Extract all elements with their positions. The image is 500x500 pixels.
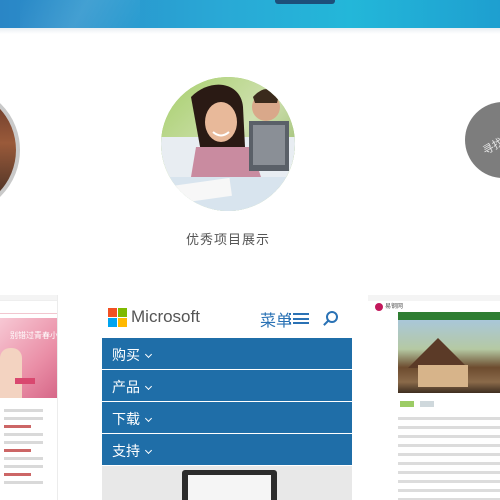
page: 寻找 优秀项目展示 别错过青春小事 Microsoft 菜单 购买 产品 下载 [0,0,500,500]
thumb-text-lines [0,398,57,495]
students-photo [161,77,295,211]
ms-device-preview [102,466,352,500]
ms-menu-label[interactable]: 菜单 [260,307,292,331]
ms-menu-item-products[interactable]: 产品 [102,370,352,401]
thumb-hero-person [0,348,22,398]
laptop-image [182,470,277,500]
ms-menu-item-label: 购买 [112,348,140,364]
thumb-right-list [398,411,500,500]
project-photo-left [0,99,16,209]
thumb-nav [0,304,57,314]
house-photo [398,320,500,393]
thumb-right-logo-text: 易钢网 [385,303,404,310]
project-circle-main[interactable] [161,77,295,211]
thumb-topbar [0,295,57,301]
ms-header: Microsoft 菜单 [102,295,352,338]
site-logo-icon [375,303,383,311]
ms-menu-item-support[interactable]: 支持 [102,434,352,465]
ms-menu-item-label: 支持 [112,444,140,460]
banner-tab[interactable] [275,0,335,4]
hamburger-icon[interactable] [293,313,309,324]
ms-brand: Microsoft [131,307,200,326]
top-banner [0,0,500,28]
project-thumb-right[interactable]: 易钢网 [368,295,500,500]
project-circle-left[interactable] [0,85,20,215]
thumb-right-nav [398,312,500,320]
right-circle-label: 寻找 [480,135,500,158]
project-thumb-microsoft[interactable]: Microsoft 菜单 购买 产品 下载 支持 [102,295,352,500]
thumb-right-tag [420,401,434,407]
thumb-hero: 别错过青春小事 [0,318,57,398]
ms-menu-item-label: 产品 [112,380,140,396]
thumb-right-tag [400,401,414,407]
showcase-caption: 优秀项目展示 [185,233,270,248]
project-thumb-left[interactable]: 别错过青春小事 [0,295,58,500]
ms-menu-item-downloads[interactable]: 下载 [102,402,352,433]
banner-shadow [0,28,500,34]
chevron-down-icon [144,350,153,359]
thumb-hero-button [15,378,35,384]
microsoft-logo-icon [108,308,127,327]
ms-menu-item-label: 下载 [112,412,140,428]
ms-menu-item-buy[interactable]: 购买 [102,338,352,369]
project-circle-right[interactable]: 寻找 [465,102,500,178]
chevron-down-icon [144,414,153,423]
search-icon[interactable] [326,311,338,323]
thumb-hero-text: 别错过青春小事 [10,331,58,340]
chevron-down-icon [144,446,153,455]
chevron-down-icon [144,382,153,391]
